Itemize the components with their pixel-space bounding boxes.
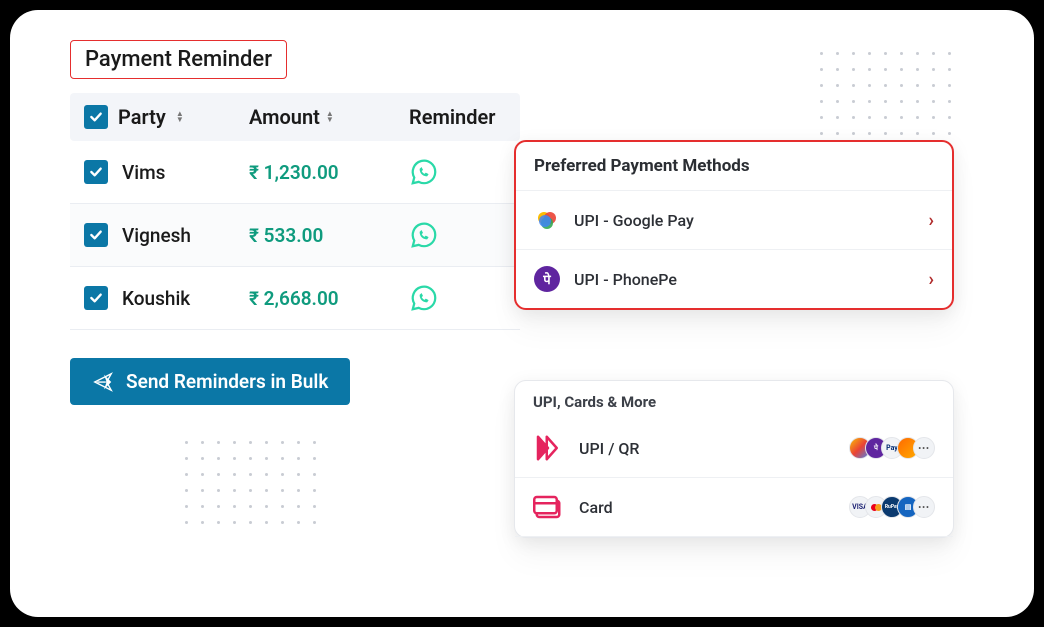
sort-icon[interactable]: ▲▼ [176,111,184,123]
party-name: Vims [122,161,165,184]
amount-value: ₹ 2,668.00 [249,287,339,310]
page-title-box: Payment Reminder [70,40,287,79]
payment-method-label: UPI - Google Pay [574,211,929,230]
send-bulk-label: Send Reminders in Bulk [126,370,328,393]
preferred-payment-card: Preferred Payment Methods UPI - Google P… [514,140,954,310]
col-amount-label: Amount [249,105,320,129]
payment-method-upi[interactable]: UPI / QR पे Pay ••• [515,419,953,478]
reminder-table: Party ▲▼ Amount ▲▼ Reminder Vims ₹ 1,230… [70,93,520,330]
payment-method-label: Card [579,498,855,517]
phonepe-icon: पे [534,266,560,292]
sort-icon[interactable]: ▲▼ [326,111,334,123]
party-name: Koushik [122,287,190,310]
row-checkbox[interactable] [84,286,108,310]
select-all-checkbox[interactable] [84,105,108,129]
whatsapp-icon[interactable] [409,283,439,313]
card-icon [533,492,563,522]
more-title: UPI, Cards & More [515,381,953,419]
table-row: Vignesh ₹ 533.00 [70,204,520,267]
payment-method-label: UPI / QR [579,439,855,458]
chevron-right-icon: › [929,210,934,231]
payment-method-gpay[interactable]: UPI - Google Pay › [516,191,952,250]
table-row: Vims ₹ 1,230.00 [70,141,520,204]
amount-value: ₹ 533.00 [249,224,323,247]
chevron-right-icon: › [929,269,934,290]
payment-method-phonepe[interactable]: पे UPI - PhonePe › [516,250,952,308]
row-checkbox[interactable] [84,160,108,184]
whatsapp-icon[interactable] [409,220,439,250]
provider-icons: VISA RuPay ▤ ••• [855,496,935,518]
gpay-icon [534,207,560,233]
row-checkbox[interactable] [84,223,108,247]
col-reminder-label: Reminder [409,105,495,129]
payment-method-card[interactable]: Card VISA RuPay ▤ ••• [515,478,953,537]
party-name: Vignesh [122,224,191,247]
send-bulk-button[interactable]: Send Reminders in Bulk [70,358,350,405]
whatsapp-icon[interactable] [409,157,439,187]
payment-method-label: UPI - PhonePe [574,270,929,289]
provider-icons: पे Pay ••• [855,437,935,459]
more-payment-card: UPI, Cards & More UPI / QR पे Pay ••• Ca… [514,380,954,538]
table-row: Koushik ₹ 2,668.00 [70,267,520,330]
upi-qr-icon [533,433,563,463]
decorative-dots [820,52,954,138]
table-header: Party ▲▼ Amount ▲▼ Reminder [70,93,520,141]
decorative-dots [185,441,319,527]
page-title: Payment Reminder [85,47,272,72]
preferred-title: Preferred Payment Methods [516,142,952,191]
send-icon [92,371,114,393]
amount-value: ₹ 1,230.00 [249,161,339,184]
col-party-label: Party [118,105,166,129]
